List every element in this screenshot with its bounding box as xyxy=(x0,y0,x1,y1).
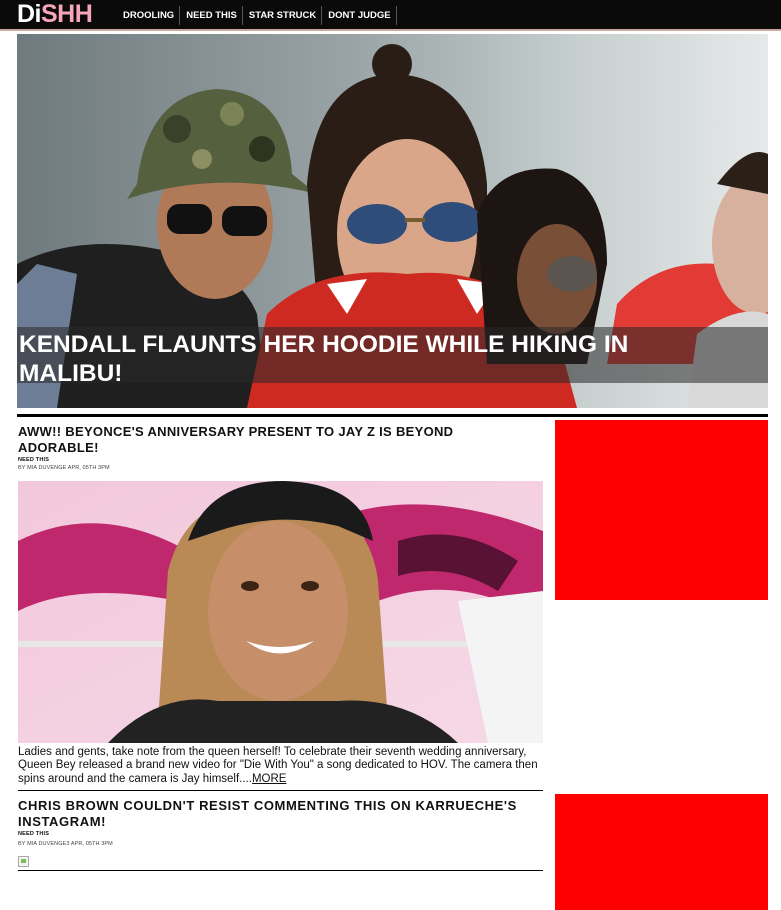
article-byline: BY MIA DUVENGE APR, 05TH 3PM xyxy=(18,465,110,471)
nav-link-drooling[interactable]: DROOLING xyxy=(117,6,181,25)
nav-link-star-struck[interactable]: STAR STRUCK xyxy=(243,6,323,25)
article-title[interactable]: CHRIS BROWN COULDN'T RESIST COMMENTING T… xyxy=(18,798,538,830)
nav-link-need-this[interactable]: NEED THIS xyxy=(180,6,243,25)
article-category[interactable]: NEED THIS xyxy=(18,831,49,837)
article-divider xyxy=(18,790,543,791)
top-navbar: DiSHH DROOLING NEED THIS STAR STRUCK DON… xyxy=(0,0,781,31)
hero-story[interactable]: KENDALL FLAUNTS HER HOODIE WHILE HIKING … xyxy=(17,34,768,408)
article-byline: BY MIA DUVENGE3 APR, 05TH 3PM xyxy=(18,841,113,847)
article-divider xyxy=(18,870,543,871)
logo-part-shh: SHH xyxy=(41,0,93,28)
nav-link-dont-judge[interactable]: DONT JUDGE xyxy=(322,6,397,25)
section-divider xyxy=(17,414,768,417)
logo-part-di: Di xyxy=(17,0,42,28)
article-photo xyxy=(18,481,543,743)
article-excerpt: Ladies and gents, take note from the que… xyxy=(18,746,538,786)
broken-image-icon[interactable] xyxy=(18,856,29,867)
article-title[interactable]: AWW!! BEYONCE'S ANNIVERSARY PRESENT TO J… xyxy=(18,424,518,456)
hero-title[interactable]: KENDALL FLAUNTS HER HOODIE WHILE HIKING … xyxy=(19,330,719,388)
read-more-link[interactable]: MORE xyxy=(252,773,287,785)
site-logo[interactable]: DiSHH xyxy=(17,0,93,28)
article-image[interactable] xyxy=(18,481,543,743)
main-nav: DROOLING NEED THIS STAR STRUCK DONT JUDG… xyxy=(117,6,397,25)
ad-banner[interactable] xyxy=(555,794,768,910)
article-category[interactable]: NEED THIS xyxy=(18,457,49,463)
ad-banner[interactable] xyxy=(555,420,768,600)
